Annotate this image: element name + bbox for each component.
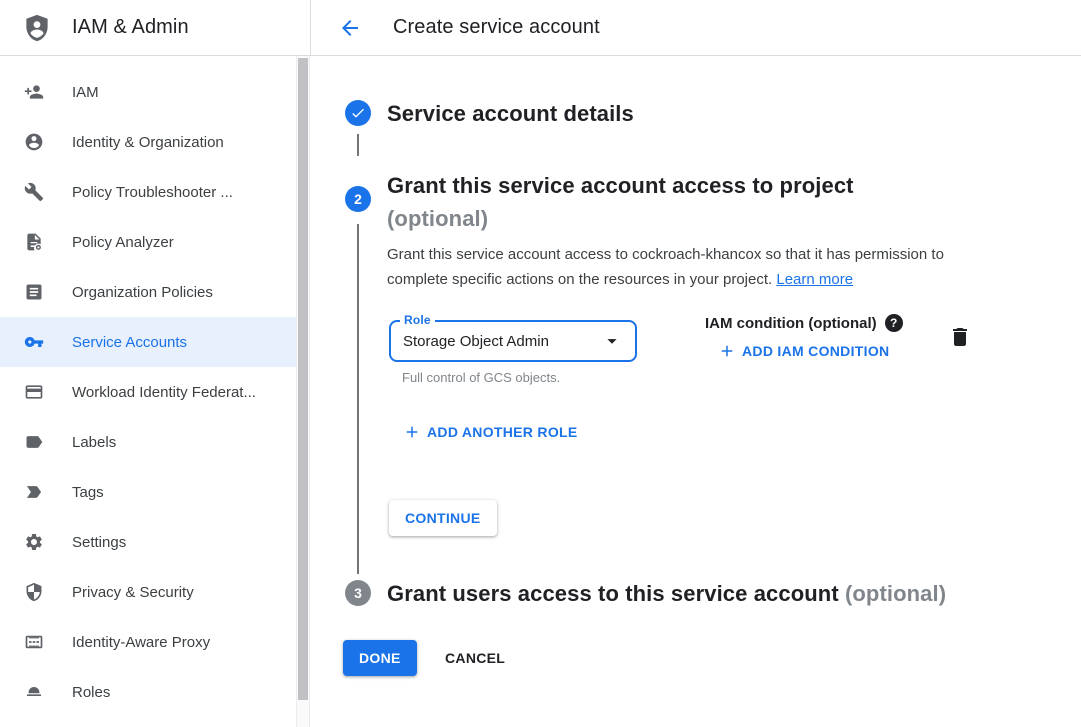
page-title: Create service account: [393, 16, 600, 39]
iam-condition-label: IAM condition (optional) ?: [705, 314, 903, 332]
plus-icon: [718, 342, 736, 360]
sidebar-item-label: Tags: [72, 484, 104, 501]
delete-role-button[interactable]: [948, 325, 972, 349]
wrench-icon: [24, 182, 44, 202]
sidebar-item-organization-policies[interactable]: Organization Policies: [0, 267, 296, 317]
role-select[interactable]: Role Storage Object Admin: [389, 320, 637, 362]
add-another-role-button[interactable]: ADD ANOTHER ROLE: [403, 423, 578, 441]
role-helper-text: Full control of GCS objects.: [402, 370, 560, 385]
role-selected-value: Storage Object Admin: [403, 333, 549, 350]
step2-optional-label: (optional): [387, 206, 488, 231]
learn-more-link[interactable]: Learn more: [776, 271, 853, 288]
add-iam-condition-button[interactable]: ADD IAM CONDITION: [718, 342, 889, 360]
add-another-role-label: ADD ANOTHER ROLE: [427, 424, 578, 440]
sidebar-item-label: Privacy & Security: [72, 584, 194, 601]
sidebar-item-label: Identity-Aware Proxy: [72, 634, 210, 651]
sidebar-item-roles[interactable]: Roles: [0, 667, 296, 717]
top-header: IAM & Admin Create service account: [0, 0, 1081, 56]
app-header: IAM & Admin: [0, 0, 310, 55]
step2-description-text: Grant this service account access to coc…: [387, 246, 944, 288]
sidebar-item-labels[interactable]: Labels: [0, 417, 296, 467]
workload-identity-icon: [24, 382, 44, 402]
plus-icon: [403, 423, 421, 441]
sidebar-item-label: Workload Identity Federat...: [72, 384, 256, 401]
step-connector-main: [357, 224, 359, 574]
step3-number: 3: [354, 585, 362, 601]
back-button[interactable]: [338, 16, 362, 40]
step2-description: Grant this service account access to coc…: [387, 242, 984, 292]
shield-person-icon: [22, 12, 52, 44]
step3-optional-label: (optional): [845, 581, 946, 606]
tag-icon: [24, 482, 44, 502]
sidebar-item-workload-identity-federation[interactable]: Workload Identity Federat...: [0, 367, 296, 417]
gear-icon: [24, 532, 44, 552]
step2-number: 2: [354, 191, 362, 207]
done-button[interactable]: DONE: [343, 640, 417, 676]
step2-title[interactable]: Grant this service account access to pro…: [387, 169, 854, 235]
sidebar-item-identity-organization[interactable]: Identity & Organization: [0, 117, 296, 167]
sidebar-nav: IAM Identity & Organization Policy Troub…: [0, 56, 296, 727]
step3-title-text: Grant users access to this service accou…: [387, 581, 839, 606]
sidebar-item-label: Labels: [72, 434, 116, 451]
sidebar-item-label: Settings: [72, 534, 126, 551]
add-iam-condition-label: ADD IAM CONDITION: [742, 343, 889, 359]
step1-indicator[interactable]: [345, 100, 371, 126]
account-circle-icon: [24, 132, 44, 152]
privacy-shield-icon: [24, 582, 44, 602]
sidebar-item-label: Service Accounts: [72, 334, 187, 351]
sidebar-item-label: Roles: [72, 684, 110, 701]
person-add-icon: [24, 82, 44, 102]
help-icon[interactable]: ?: [885, 314, 903, 332]
sidebar-item-service-accounts[interactable]: Service Accounts: [0, 317, 296, 367]
continue-button[interactable]: CONTINUE: [389, 500, 497, 536]
iap-icon: [24, 632, 44, 652]
sidebar-item-label: IAM: [72, 84, 99, 101]
check-icon: [350, 105, 366, 121]
step2-title-text: Grant this service account access to pro…: [387, 173, 854, 198]
sidebar-item-settings[interactable]: Settings: [0, 517, 296, 567]
iam-condition-label-text: IAM condition (optional): [705, 315, 877, 332]
sidebar-scrollbar: [296, 56, 310, 727]
sidebar-item-tags[interactable]: Tags: [0, 467, 296, 517]
create-service-account-form: Service account details 2 Grant this ser…: [310, 56, 1081, 727]
service-accounts-icon: [24, 332, 44, 352]
sidebar-item-label: Policy Analyzer: [72, 234, 174, 251]
sidebar-item-privacy-security[interactable]: Privacy & Security: [0, 567, 296, 617]
sidebar-item-label: Organization Policies: [72, 284, 213, 301]
sidebar-item-label: Identity & Organization: [72, 134, 224, 151]
sidebar-item-iam[interactable]: IAM: [0, 67, 296, 117]
step1-title[interactable]: Service account details: [387, 97, 634, 130]
sidebar-scrollbar-thumb[interactable]: [298, 58, 308, 700]
sidebar-item-policy-analyzer[interactable]: Policy Analyzer: [0, 217, 296, 267]
role-field-label: Role: [400, 313, 435, 327]
org-policies-icon: [24, 282, 44, 302]
step-connector-top: [357, 134, 359, 156]
cancel-button[interactable]: CANCEL: [429, 640, 521, 676]
sidebar-item-policy-troubleshooter[interactable]: Policy Troubleshooter ...: [0, 167, 296, 217]
sidebar-item-label: Policy Troubleshooter ...: [72, 184, 233, 201]
step3-indicator[interactable]: 3: [345, 580, 371, 606]
sidebar-item-identity-aware-proxy[interactable]: Identity-Aware Proxy: [0, 617, 296, 667]
page-header: Create service account: [310, 0, 1081, 55]
roles-hat-icon: [24, 682, 44, 702]
dropdown-arrow-icon: [601, 330, 623, 352]
step3-title[interactable]: Grant users access to this service accou…: [387, 577, 946, 610]
trash-icon: [948, 325, 972, 349]
arrow-back-icon: [338, 16, 362, 40]
label-icon: [24, 432, 44, 452]
step2-indicator[interactable]: 2: [345, 186, 371, 212]
policy-analyzer-icon: [24, 232, 44, 252]
app-title[interactable]: IAM & Admin: [72, 16, 189, 39]
